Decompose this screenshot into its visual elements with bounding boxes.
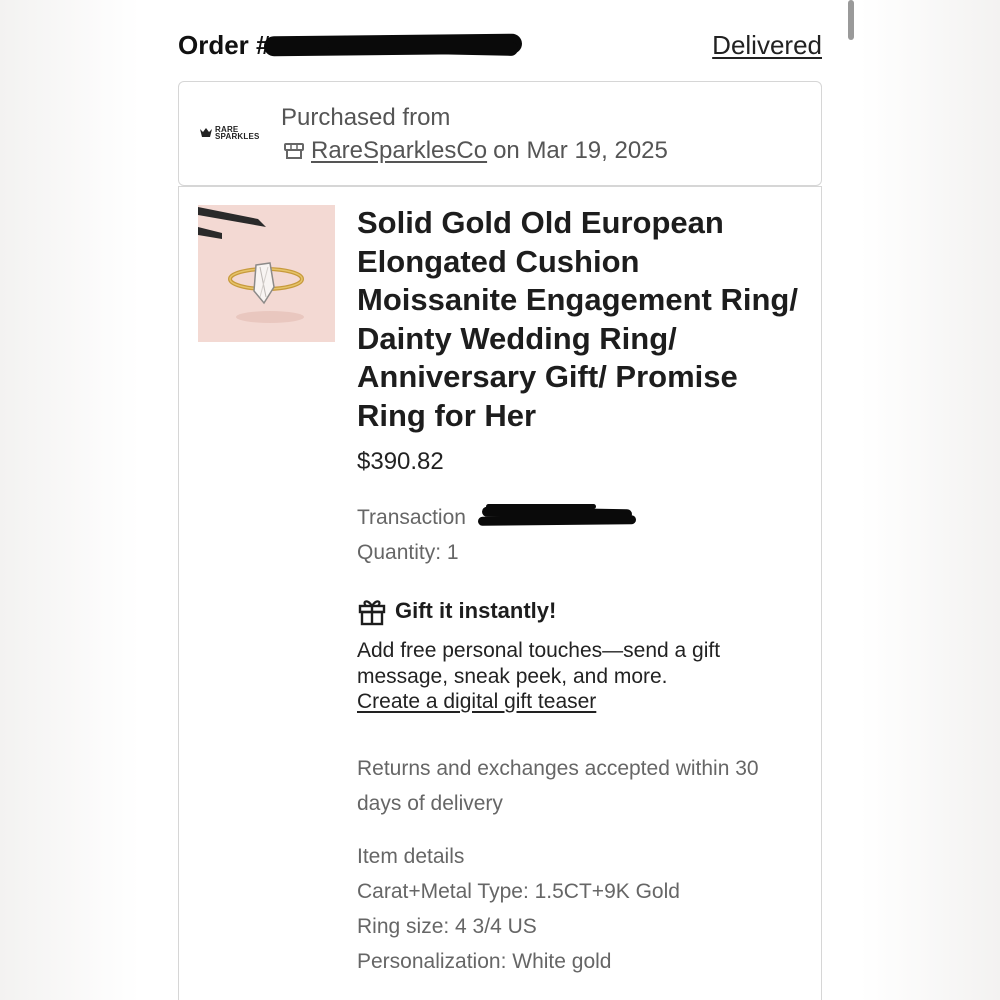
shop-logo[interactable]: RARE SPARKLES (199, 124, 265, 142)
screen: Order # Delivered RARE SPARKLES Purchase… (0, 0, 1000, 1000)
item-title[interactable]: Solid Gold Old European Elongated Cushio… (357, 204, 807, 436)
redaction-mark (477, 515, 637, 526)
order-header: Order # Delivered (178, 28, 822, 64)
item-detail-row: Carat+Metal Type: 1.5CT+9K Gold (357, 880, 680, 903)
shop-line: RareSparklesCo on Mar 19, 2025 (283, 137, 668, 165)
purchased-from-label: Purchased from (281, 104, 451, 131)
transaction-label: Transaction (357, 506, 466, 529)
item-detail-row: Personalization: White gold (357, 950, 612, 973)
returns-policy: Returns and exchanges accepted within 30… (357, 757, 759, 815)
item-details-heading: Item details (357, 845, 465, 868)
shop-card: RARE SPARKLES Purchased from RareSparkle… (178, 81, 822, 186)
store-icon (284, 143, 304, 159)
gift-heading: Gift it instantly! (357, 596, 556, 626)
scrollbar[interactable] (848, 0, 854, 40)
redaction-mark (486, 504, 596, 509)
create-gift-teaser-link[interactable]: Create a digital gift teaser (357, 690, 596, 714)
order-number: Order # (178, 30, 271, 60)
item-detail-row: Ring size: 4 3/4 US (357, 915, 537, 938)
gift-title: Gift it instantly! (395, 598, 557, 623)
item-price: $390.82 (357, 448, 444, 475)
gift-icon (358, 600, 386, 626)
shop-logo-text: SPARKLES (215, 132, 260, 141)
product-thumbnail[interactable] (198, 205, 335, 342)
item-quantity: Quantity: 1 (357, 541, 459, 564)
shop-name-link[interactable]: RareSparklesCo (311, 137, 487, 165)
gift-description: Add free personal touches—send a gift me… (357, 639, 721, 688)
shop-logo-icon (200, 128, 212, 137)
purchase-date: on Mar 19, 2025 (493, 137, 668, 164)
order-status-link[interactable]: Delivered (712, 30, 822, 61)
ring-image (198, 205, 335, 342)
